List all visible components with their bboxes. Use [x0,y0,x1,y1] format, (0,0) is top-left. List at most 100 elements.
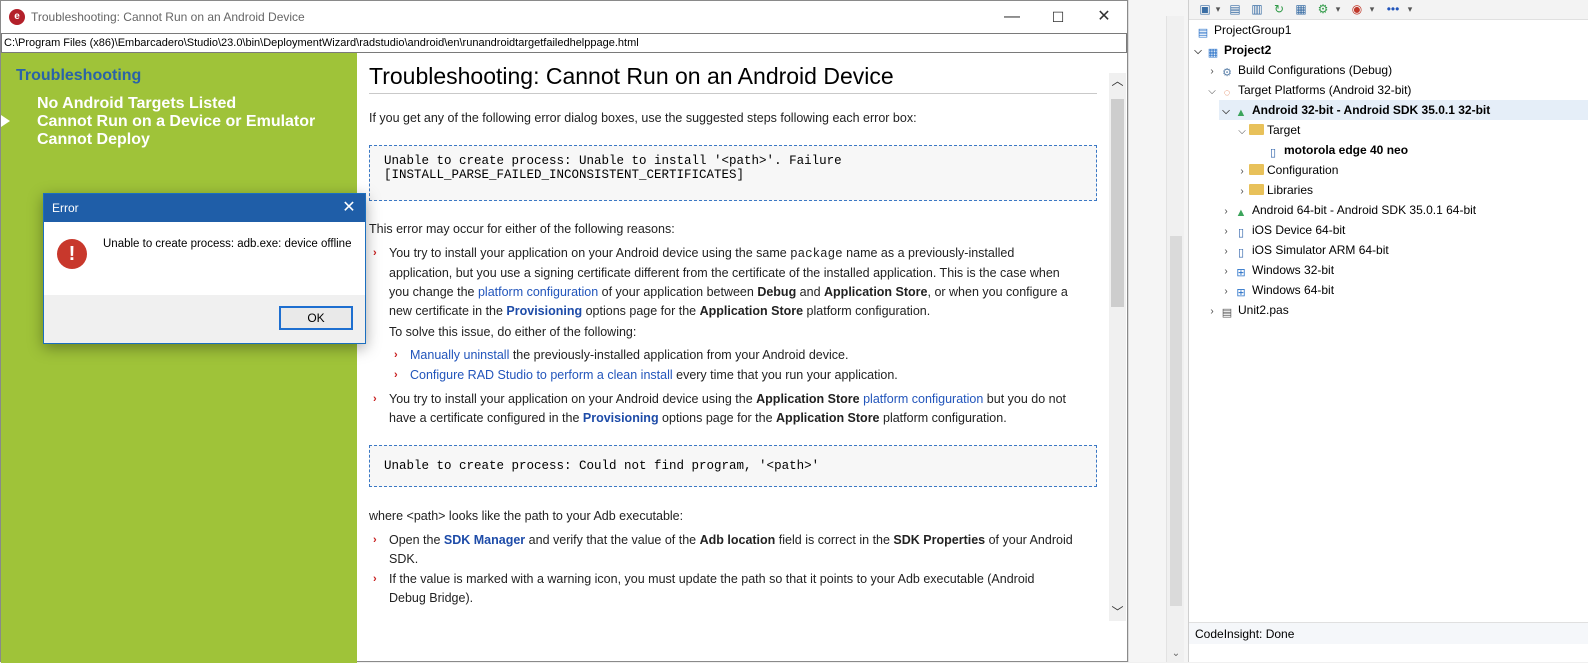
tree-node-project-group[interactable]: ▤ ProjectGroup1 [1195,20,1292,40]
help-window-titlebar[interactable]: e Troubleshooting: Cannot Run on an Andr… [1,1,1127,33]
provisioning-link[interactable]: Provisioning [506,304,582,318]
ide-editor-scrollbar[interactable]: ⌄ [1166,16,1184,662]
url-address-bar[interactable]: C:\Program Files (x86)\Embarcadero\Studi… [1,33,1127,53]
bullet-arrow-icon: › [373,573,377,585]
reasons-intro: This error may occur for either of the f… [369,222,675,236]
list-item: › If the value is marked with a warning … [373,570,1099,608]
current-item-arrow-icon [1,115,10,127]
intro-paragraph: If you get any of the following error di… [369,111,917,125]
project-toolbar: ▣ ▾ ▤ ▥ ↻ ▦ ⚙ ▾ ◉ ▾ ••• ▾ [1189,0,1588,20]
tree-node-target[interactable]: ⌵ Target [1235,120,1300,140]
minimize-button[interactable]: — [989,1,1035,33]
text-span: , or when you configure a [927,285,1068,299]
tree-node-project2[interactable]: ⌵ ▦ Project2 [1191,40,1271,60]
run-icon[interactable]: ◉ [1349,2,1365,16]
chevron-right-icon[interactable]: › [1205,302,1219,322]
text-line: application, but you use a signing certi… [389,266,1060,280]
help-content: Troubleshooting: Cannot Run on an Androi… [357,53,1109,623]
refresh-icon[interactable]: ↻ [1271,2,1287,16]
tree-node-label: iOS Simulator ARM 64-bit [1252,243,1389,257]
chevron-down-icon[interactable]: ⌵ [1219,102,1233,122]
text-span: options page for the [582,304,700,318]
windows-icon: ⊞ [1236,287,1246,299]
bullet-arrow-icon: › [394,349,398,361]
text-span: Adb location [699,533,776,547]
folder-icon [1249,124,1264,135]
ok-button[interactable]: OK [279,306,353,330]
chevron-down-icon[interactable]: ▾ [1333,2,1343,16]
bullet-arrow-icon: › [373,393,377,405]
chevron-right-icon[interactable]: › [1235,182,1249,202]
help-window-title: Troubleshooting: Cannot Run on an Androi… [31,10,305,24]
chevron-right-icon[interactable]: › [1219,262,1233,282]
tree-node-device[interactable]: ▯ motorola edge 40 neo [1265,140,1408,160]
phone-icon: ▯ [1269,147,1277,159]
chevron-down-icon[interactable]: ⌵ [1191,42,1205,62]
text-span: and [796,285,825,299]
tree-node-label: Android 32-bit - Android SDK 35.0.1 32-b… [1252,103,1491,117]
tree-node-android-64[interactable]: › ▲ Android 64-bit - Android SDK 35.0.1 64… [1219,200,1476,220]
tree-node-ios-device[interactable]: › ▯ iOS Device 64-bit [1219,220,1345,240]
scroll-down-icon[interactable]: ﹀ [1109,604,1126,621]
error-dialog-titlebar[interactable]: Error ✕ [44,194,365,222]
maximize-button[interactable]: ☐ [1035,1,1081,33]
tree-node-target-platforms[interactable]: ⌵ ◌ Target Platforms (Android 32-bit) [1205,80,1411,100]
tree-node-windows-32[interactable]: › ⊞ Windows 32-bit [1219,260,1334,280]
provisioning-link[interactable]: Provisioning [583,411,659,425]
chevron-right-icon[interactable]: › [1219,222,1233,242]
toc-item-cannot-run[interactable]: Cannot Run on a Device or Emulator [37,113,315,131]
close-icon[interactable]: ✕ [333,194,365,222]
chevron-down-icon[interactable]: ▾ [1367,2,1377,16]
tree-node-configuration[interactable]: › Configuration [1235,160,1338,180]
close-button[interactable]: ✕ [1081,1,1127,33]
android-icon: ▲ [1235,107,1247,119]
android-icon: ▲ [1235,207,1247,219]
project-icon: ▦ [1207,47,1219,59]
chevron-right-icon[interactable]: › [1219,202,1233,222]
new-item-icon[interactable]: ▤ [1227,2,1243,16]
text-span: but you do not [983,392,1067,406]
list-item: › Configure RAD Studio to perform a clea… [394,366,1100,385]
scroll-down-icon[interactable]: ⌄ [1170,648,1182,660]
toc-heading[interactable]: Troubleshooting [16,67,141,85]
tree-node-build-configurations[interactable]: › ⚙ Build Configurations (Debug) [1205,60,1392,80]
sync-icon[interactable]: ⚙ [1315,2,1331,16]
list-item: › Manually uninstall the previously-inst… [394,346,1100,365]
chevron-down-icon[interactable]: ▾ [1213,2,1223,16]
tree-node-label: Target Platforms (Android 32-bit) [1238,83,1412,97]
chevron-down-icon[interactable]: ⌵ [1205,82,1219,102]
scroll-up-icon[interactable]: ︿ [1109,73,1126,90]
structure-icon[interactable]: ▦ [1293,2,1309,16]
tree-node-label: Configuration [1267,163,1339,177]
chevron-down-icon[interactable]: ▾ [1405,2,1415,16]
more-icon[interactable]: ••• [1385,2,1401,16]
sdk-manager-link[interactable]: SDK Manager [444,533,525,547]
platform-configuration-link[interactable]: platform configuration [478,285,598,299]
scroll-thumb[interactable] [1111,99,1124,307]
tree-node-unit2[interactable]: › ▤ Unit2.pas [1205,300,1288,322]
chevron-right-icon[interactable]: › [1219,282,1233,302]
error-code-box-1: Unable to create process: Unable to inst… [369,145,1097,201]
chevron-down-icon[interactable]: ⌵ [1235,122,1249,142]
tree-node-ios-simulator[interactable]: › ▯ iOS Simulator ARM 64-bit [1219,240,1389,262]
help-content-scrollbar[interactable]: ︿ ﹀ [1109,73,1126,621]
activate-icon[interactable]: ▣ [1197,2,1213,16]
tree-node-android-32[interactable]: ⌵ ▲ Android 32-bit - Android SDK 35.0.1 32… [1219,100,1588,120]
where-paragraph: where <path> looks like the path to your… [369,509,684,523]
toc-item-no-android-targets[interactable]: No Android Targets Listed [37,95,236,113]
tree-node-libraries[interactable]: › Libraries [1235,180,1313,200]
chevron-right-icon[interactable]: › [1235,162,1249,182]
ide-scroll-thumb[interactable] [1170,236,1182,606]
chevron-right-icon[interactable]: › [1219,242,1233,262]
chevron-right-icon[interactable]: › [1205,62,1219,82]
toc-item-cannot-deploy[interactable]: Cannot Deploy [37,131,150,149]
text-line: Debug Bridge). [389,591,474,605]
text-span: and verify that the value of the [525,533,700,547]
platform-configuration-link[interactable]: platform configuration [863,392,983,406]
bullet-arrow-icon: › [394,369,398,381]
page-title: Troubleshooting: Cannot Run on an Androi… [369,63,894,89]
options-icon[interactable]: ▥ [1249,2,1265,16]
manually-uninstall-link[interactable]: Manually uninstall [410,348,509,362]
clean-install-link[interactable]: Configure RAD Studio to perform a clean … [410,368,673,382]
tree-node-windows-64[interactable]: › ⊞ Windows 64-bit [1219,280,1334,300]
